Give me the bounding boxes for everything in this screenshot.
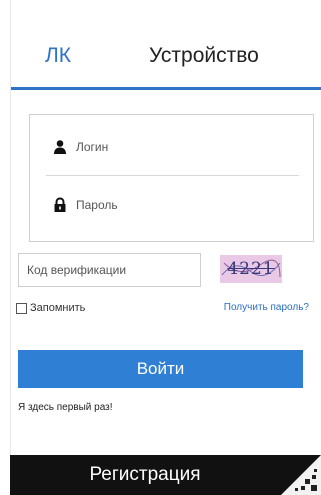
- options-row: Запомнить Получить пароль?: [16, 300, 309, 318]
- active-tab-indicator: [11, 87, 321, 90]
- remember-checkbox[interactable]: Запомнить: [16, 302, 85, 314]
- field-divider: [46, 175, 299, 176]
- checkbox-icon[interactable]: [16, 302, 27, 314]
- tab-bar: ЛК Устройство: [11, 0, 321, 90]
- username-field: [30, 121, 313, 173]
- login-panel: ЛК Устройство: [10, 0, 321, 495]
- tab-device[interactable]: Устройство: [149, 44, 259, 68]
- register-bar: Регистрация: [10, 455, 321, 495]
- captcha-code: 4221: [227, 259, 275, 279]
- captcha-image[interactable]: 4221: [220, 255, 282, 283]
- tab-lk[interactable]: ЛК: [45, 44, 71, 68]
- password-input[interactable]: [76, 198, 276, 212]
- get-password-link[interactable]: Получить пароль?: [224, 302, 309, 313]
- remember-label: Запомнить: [30, 302, 86, 314]
- first-time-text[interactable]: Я здесь первый раз!: [18, 402, 113, 413]
- login-button[interactable]: Войти: [18, 350, 303, 388]
- captcha-input[interactable]: [18, 253, 201, 287]
- user-icon: [52, 139, 68, 155]
- password-field: [30, 179, 313, 231]
- credentials-box: [29, 114, 314, 242]
- register-button[interactable]: Регистрация: [10, 455, 280, 495]
- qr-code-icon[interactable]: [281, 455, 321, 495]
- username-input[interactable]: [76, 140, 276, 154]
- lock-icon: [52, 197, 68, 213]
- captcha-row: 4221: [12, 253, 307, 287]
